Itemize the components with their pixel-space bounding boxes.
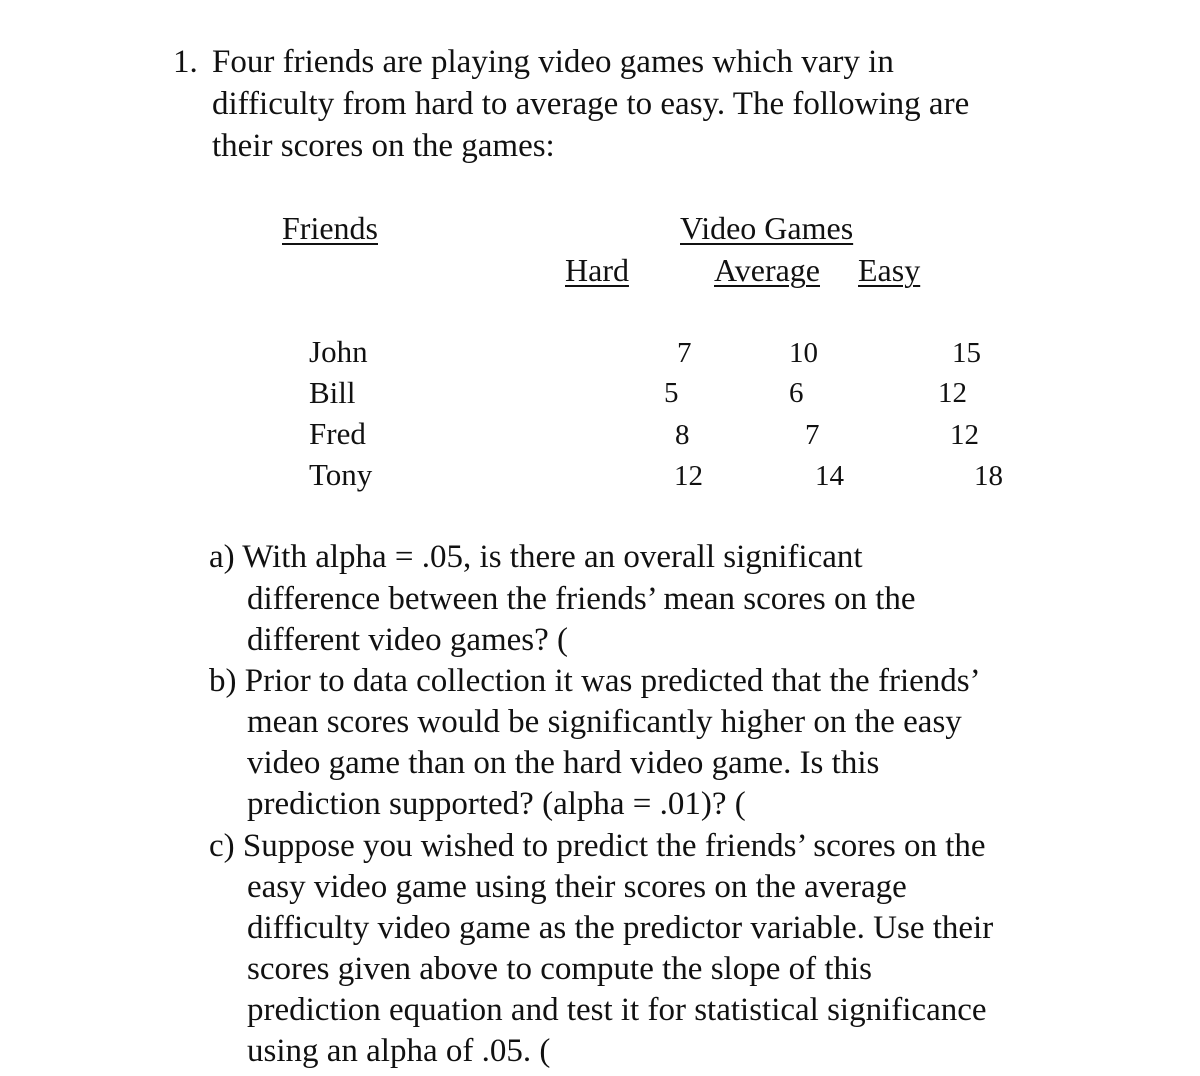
friends-header: Friends: [282, 210, 378, 246]
question-c-line-4: scores given above to compute the slope …: [247, 951, 873, 987]
cell-average: 7: [805, 419, 820, 451]
cell-average: 10: [789, 337, 818, 369]
row-name: Tony: [309, 457, 373, 492]
question-c-line-2: easy video game using their scores on th…: [247, 869, 907, 905]
cell-hard: 12: [674, 460, 703, 492]
column-header-easy: Easy: [858, 252, 921, 288]
column-header-hard: Hard: [565, 252, 629, 288]
row-name: Fred: [309, 416, 366, 451]
cell-easy: 15: [952, 337, 981, 369]
question-c-line-3: difficulty video game as the predictor v…: [247, 910, 994, 946]
question-a-line-1: a) With alpha = .05, is there an overall…: [209, 539, 863, 575]
question-c-line-5: prediction equation and test it for stat…: [247, 992, 987, 1028]
row-name: Bill: [309, 375, 356, 410]
problem-number: 1.: [173, 44, 198, 80]
row-name: John: [309, 334, 368, 369]
question-c-line-6: using an alpha of .05. (: [247, 1033, 551, 1069]
intro-line-2: difficulty from hard to average to easy.…: [212, 86, 970, 122]
question-b-line-2: mean scores would be significantly highe…: [247, 704, 962, 740]
cell-hard: 8: [675, 419, 690, 451]
cell-easy: 18: [974, 460, 1003, 492]
intro-line-3: their scores on the games:: [212, 128, 555, 164]
question-b-line-3: video game than on the hard video game. …: [247, 745, 880, 781]
question-b-line-1: b) Prior to data collection it was predi…: [209, 663, 981, 699]
column-header-average: Average: [714, 252, 820, 288]
video-games-header: Video Games: [680, 210, 854, 246]
cell-easy: 12: [938, 377, 967, 409]
question-a-line-2: difference between the friends’ mean sco…: [247, 581, 916, 617]
question-c-line-1: c) Suppose you wished to predict the fri…: [209, 828, 986, 864]
question-a-line-3: different video games? (: [247, 622, 569, 658]
cell-easy: 12: [950, 419, 979, 451]
cell-average: 6: [789, 377, 804, 409]
intro-line-1: Four friends are playing video games whi…: [212, 44, 894, 80]
cell-hard: 7: [677, 337, 692, 369]
question-b-line-4: prediction supported? (alpha = .01)? (: [247, 786, 746, 822]
cell-hard: 5: [664, 377, 679, 409]
cell-average: 14: [815, 460, 844, 492]
